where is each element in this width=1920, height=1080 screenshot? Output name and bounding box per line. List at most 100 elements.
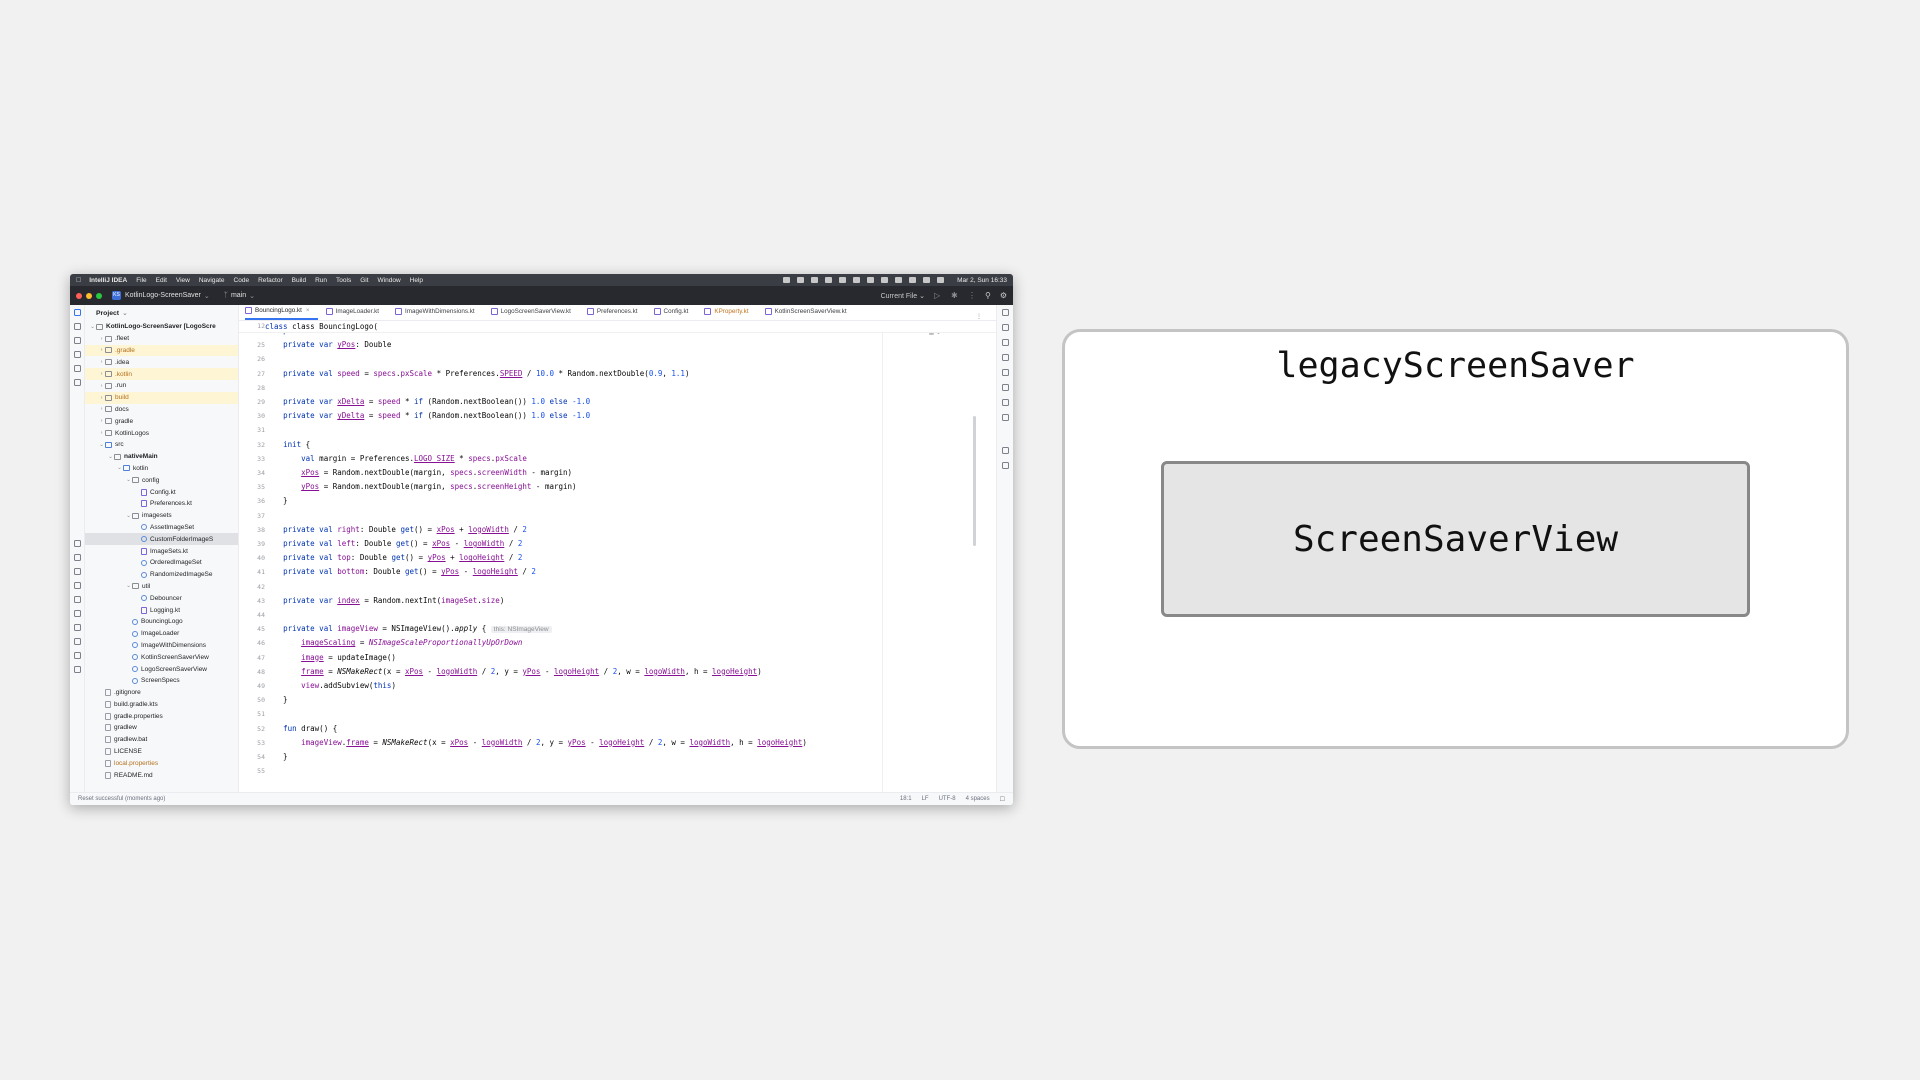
notifications-icon[interactable]	[1001, 309, 1009, 316]
code-line[interactable]: 32 init {	[239, 438, 996, 452]
tree-item[interactable]: ScreenSpecs	[85, 675, 238, 687]
tree-item[interactable]: › .fleet	[85, 333, 238, 345]
bookmarks-icon[interactable]	[73, 540, 81, 547]
build-icon[interactable]	[73, 582, 81, 589]
search-icon[interactable]: ⚲	[985, 291, 991, 300]
run-config-selector[interactable]: Current File ⌄	[881, 292, 925, 300]
sticky-line[interactable]: 12 class class BouncingLogo(	[239, 321, 996, 333]
chevron-down-icon[interactable]: ⌄	[98, 442, 105, 448]
tree-item[interactable]: build.gradle.kts	[85, 699, 238, 711]
tree-item[interactable]: › .idea	[85, 356, 238, 368]
editor-tab[interactable]: Config.kt	[653, 305, 697, 320]
line-separator[interactable]: LF	[922, 796, 929, 802]
tree-item[interactable]: ImageSets.kt	[85, 545, 238, 557]
tree-item[interactable]: Logging.kt	[85, 604, 238, 616]
commit-icon[interactable]	[73, 323, 81, 330]
chevron-down-icon[interactable]: ⌄	[125, 477, 132, 483]
code-line[interactable]: 54 }	[239, 750, 996, 764]
editor-tab[interactable]: KProperty.kt	[704, 305, 756, 320]
tray-icon[interactable]	[811, 277, 819, 283]
chevron-right-icon[interactable]: ›	[98, 395, 105, 401]
problems-icon[interactable]	[73, 638, 81, 645]
editor-tab[interactable]: ImageLoader.kt	[325, 305, 387, 320]
menu-code[interactable]: Code	[234, 277, 250, 284]
tree-item[interactable]: ⌄ kotlin	[85, 463, 238, 475]
tree-item[interactable]: ⌄ KotlinLogo-ScreenSaver [LogoScre	[85, 321, 238, 333]
tree-item[interactable]: ⌄ config	[85, 474, 238, 486]
wifi-icon[interactable]	[909, 277, 917, 283]
code-line[interactable]: 29 private var xDelta = speed * if (Rand…	[239, 395, 996, 409]
project-switcher[interactable]: KS KotlinLogo-ScreenSaver ⌄	[112, 291, 210, 300]
tray-icon[interactable]	[783, 277, 791, 283]
menu-tools[interactable]: Tools	[336, 277, 351, 284]
chevron-right-icon[interactable]: ›	[98, 347, 105, 353]
copilot-icon[interactable]	[1001, 384, 1009, 391]
code-line[interactable]: 48 frame = NSMakeRect(x = xPos - logoWid…	[239, 665, 996, 679]
tree-item[interactable]: OrderedImageSet	[85, 557, 238, 569]
chevron-down-icon[interactable]: ⌄	[107, 454, 114, 460]
minimize-window-button[interactable]	[86, 292, 92, 299]
code-line[interactable]: 44	[239, 608, 996, 622]
chevron-right-icon[interactable]: ›	[98, 336, 105, 342]
indent-setting[interactable]: 4 spaces	[966, 796, 990, 802]
code-line[interactable]: 53 imageView.frame = NSMakeRect(x = xPos…	[239, 736, 996, 750]
code-line[interactable]: 30 private var yDelta = speed * if (Rand…	[239, 409, 996, 423]
find-icon[interactable]	[73, 624, 81, 631]
code-line[interactable]: 52 fun draw() {	[239, 722, 996, 736]
chevron-right-icon[interactable]: ›	[98, 383, 105, 389]
chevron-right-icon[interactable]: ›	[98, 430, 105, 436]
plugins-icon[interactable]	[73, 554, 81, 561]
code-line[interactable]: 25 private var yPos: Double	[239, 338, 996, 352]
close-tab-icon[interactable]: ×	[306, 307, 310, 314]
tray-icon[interactable]	[881, 277, 889, 283]
tree-item[interactable]: ⌄ src	[85, 439, 238, 451]
status-message[interactable]: Reset successful (moments ago)	[78, 796, 165, 802]
code-line[interactable]: 40 private val top: Double get() = yPos …	[239, 551, 996, 565]
tree-item[interactable]: CustomFolderImageS	[85, 533, 238, 546]
tray-icon[interactable]	[797, 277, 805, 283]
code-line[interactable]: 36 }	[239, 494, 996, 508]
run-tool-icon[interactable]	[73, 610, 81, 617]
code-line[interactable]: 35 yPos = Random.nextDouble(margin, spec…	[239, 480, 996, 494]
tree-item[interactable]: › .run	[85, 380, 238, 392]
tree-item[interactable]: › docs	[85, 404, 238, 416]
code-line[interactable]: 27 private val speed = specs.pxScale * P…	[239, 367, 996, 381]
editor-scrollbar[interactable]	[973, 416, 976, 546]
tree-item[interactable]: Preferences.kt	[85, 498, 238, 510]
tree-item[interactable]: gradle.properties	[85, 710, 238, 722]
code-line[interactable]: 42	[239, 580, 996, 594]
code-line[interactable]: 28	[239, 381, 996, 395]
tree-item[interactable]: ⌄ imagesets	[85, 510, 238, 522]
menu-git[interactable]: Git	[360, 277, 368, 284]
terminal-icon[interactable]	[73, 596, 81, 603]
code-line[interactable]: 26	[239, 352, 996, 366]
editor-tab[interactable]: LogoScreenSaverView.kt	[490, 305, 579, 320]
zoom-window-button[interactable]	[96, 292, 102, 299]
ai-assistant-icon[interactable]	[1001, 324, 1009, 331]
menu-navigate[interactable]: Navigate	[199, 277, 225, 284]
run-icon[interactable]: ▷	[934, 291, 942, 300]
chevron-right-icon[interactable]: ›	[98, 371, 105, 377]
code-line[interactable]: 50 }	[239, 693, 996, 707]
tabs-more-icon[interactable]: ⋮	[976, 313, 982, 320]
chevron-right-icon[interactable]: ›	[98, 406, 105, 412]
tree-item[interactable]: ⌄ nativeMain	[85, 451, 238, 463]
plugin-icon[interactable]	[1001, 414, 1009, 421]
pull-requests-icon[interactable]	[73, 337, 81, 344]
menu-window[interactable]: Window	[378, 277, 401, 284]
code-line[interactable]: 49 view.addSubview(this)	[239, 679, 996, 693]
tree-item[interactable]: BouncingLogo	[85, 616, 238, 628]
gradle-icon[interactable]	[1001, 354, 1009, 361]
settings-gear-icon[interactable]: ⚙	[1000, 291, 1007, 300]
code-line[interactable]: 33 val margin = Preferences.LOGO_SIZE * …	[239, 452, 996, 466]
control-center-icon[interactable]	[937, 277, 945, 283]
tree-item[interactable]: Config.kt	[85, 486, 238, 498]
tree-item[interactable]: ImageWithDimensions	[85, 640, 238, 652]
tree-item[interactable]: README.md	[85, 769, 238, 781]
tree-item[interactable]: › .kotlin	[85, 368, 238, 380]
tree-item[interactable]: gradlew.bat	[85, 734, 238, 746]
menu-build[interactable]: Build	[292, 277, 306, 284]
tray-icon[interactable]	[839, 277, 847, 283]
chevron-right-icon[interactable]: ›	[98, 359, 105, 365]
caret-position[interactable]: 18:1	[900, 796, 912, 802]
